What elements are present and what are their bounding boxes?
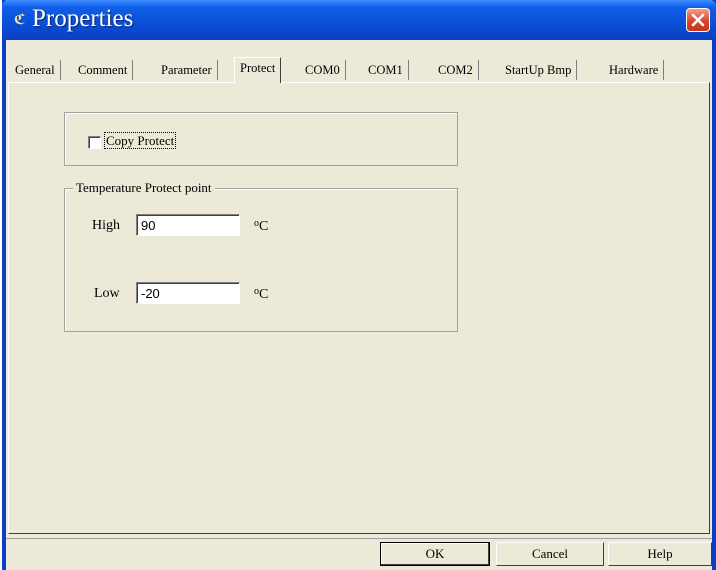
tab-com0[interactable]: COM0 (300, 60, 346, 80)
help-button[interactable]: Help (608, 542, 712, 566)
copy-protect-checkbox[interactable] (88, 136, 101, 149)
tab-com2[interactable]: COM2 (433, 60, 479, 80)
tab-hardware[interactable]: Hardware (604, 60, 665, 80)
close-button[interactable] (686, 8, 710, 32)
high-temperature-input[interactable] (136, 214, 240, 236)
low-unit: oC (254, 286, 269, 302)
tab-parameter[interactable]: Parameter (156, 60, 218, 80)
copy-protect-label[interactable]: Copy Protect (104, 132, 177, 149)
properties-window: ℭ Properties General Comment Parameter P… (2, 0, 716, 570)
tab-com1[interactable]: COM1 (363, 60, 409, 80)
cancel-button[interactable]: Cancel (496, 542, 604, 566)
window-title: Properties (32, 5, 134, 32)
tab-startup-bmp[interactable]: StartUp Bmp (500, 60, 578, 80)
low-label: Low (94, 286, 120, 301)
button-bar-divider (6, 538, 712, 539)
high-unit: oC (254, 218, 269, 234)
high-label: High (92, 218, 120, 233)
tab-general[interactable]: General (10, 60, 61, 80)
low-temperature-input[interactable] (136, 282, 240, 304)
temperature-protect-group: Temperature Protect point (64, 180, 458, 332)
tab-protect[interactable]: Protect (234, 57, 282, 83)
title-bar[interactable]: ℭ Properties (2, 0, 716, 40)
temperature-group-title: Temperature Protect point (73, 180, 215, 196)
app-icon: ℭ (14, 12, 26, 28)
tab-comment[interactable]: Comment (73, 60, 134, 80)
close-icon (691, 13, 705, 27)
ok-button[interactable]: OK (380, 542, 490, 566)
